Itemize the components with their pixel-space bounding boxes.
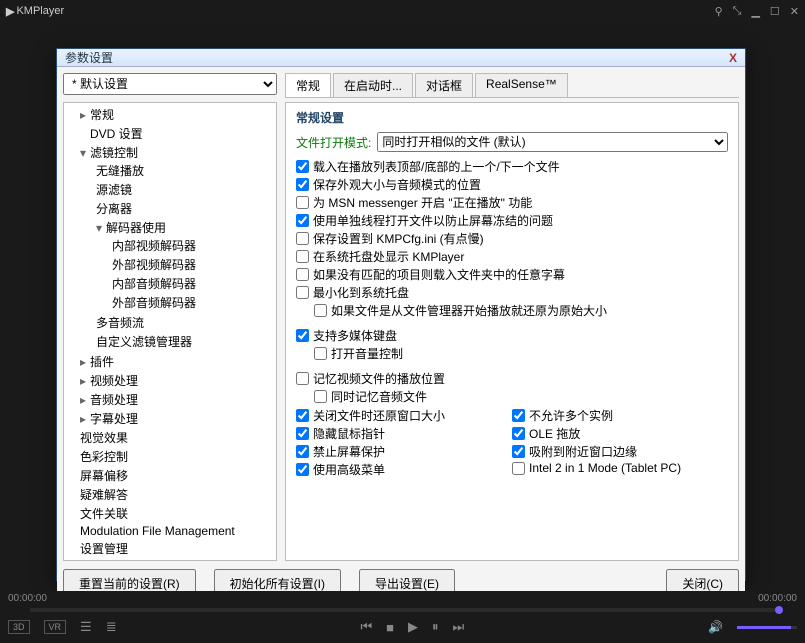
tree-item: 色彩控制: [78, 447, 276, 466]
playlist-icon[interactable]: ☰: [80, 619, 92, 635]
app-logo: ▶: [6, 5, 14, 18]
tab-startup[interactable]: 在启动时...: [333, 73, 413, 97]
preferences-dialog: 参数设置 X * 默认设置 常规 在启动时... 对话框 RealSense™ …: [56, 48, 746, 581]
settings-panel: 常规设置 文件打开模式: 同时打开相似的文件 (默认) 载入在播放列表顶部/底部…: [285, 102, 739, 561]
close-icon[interactable]: ✕: [790, 5, 799, 18]
dialog-close-icon[interactable]: X: [729, 51, 737, 65]
chk-restore-original[interactable]: [314, 304, 327, 317]
tree-item: Modulation File Management: [78, 523, 276, 539]
tree-item: ▸常规: [78, 105, 276, 124]
stop-icon[interactable]: ■: [386, 620, 394, 635]
chk-save-skin-size[interactable]: [296, 178, 309, 191]
chk-hide-cursor[interactable]: [296, 427, 309, 440]
category-tree[interactable]: ▸常规 DVD 设置 ▾滤镜控制 无缝播放 源滤镜 分离器 ▾解码器使用 内部视…: [63, 102, 277, 561]
chk-any-subtitle[interactable]: [296, 268, 309, 281]
panel-title: 常规设置: [296, 109, 728, 126]
open-mode-select[interactable]: 同时打开相似的文件 (默认): [377, 132, 728, 152]
chk-remember-pos[interactable]: [296, 372, 309, 385]
chk-intel-tablet[interactable]: [512, 462, 525, 475]
tree-item: 多音频流: [94, 313, 274, 332]
tree-item: ▸视频处理: [78, 371, 276, 390]
dialog-title: 参数设置: [65, 49, 113, 66]
chk-snap-edge[interactable]: [512, 445, 525, 458]
open-mode-label: 文件打开模式:: [296, 134, 371, 151]
dialog-titlebar[interactable]: 参数设置 X: [57, 49, 745, 67]
app-title: KMPlayer: [16, 5, 64, 17]
tree-item: DVD 设置: [78, 124, 276, 143]
tree-item: 视觉效果: [78, 428, 276, 447]
tree-item: 屏幕偏移: [78, 466, 276, 485]
tree-item: 内部音频解码器: [110, 274, 272, 293]
chk-adv-menu[interactable]: [296, 463, 309, 476]
chk-remember-audio[interactable]: [314, 390, 327, 403]
tree-item: 文件关联: [78, 504, 276, 523]
tree-item: ▸插件: [78, 352, 276, 371]
volume-slider[interactable]: [737, 626, 797, 629]
control-panel-icon[interactable]: ≣: [106, 619, 117, 635]
tree-item: ▸音频处理: [78, 390, 276, 409]
minimize-icon[interactable]: ▁: [751, 5, 759, 18]
pause-icon[interactable]: ⏸: [432, 619, 439, 635]
tree-item: 内部视频解码器: [110, 236, 272, 255]
tab-general[interactable]: 常规: [285, 73, 331, 97]
preset-select[interactable]: * 默认设置: [63, 73, 277, 95]
chk-msn[interactable]: [296, 196, 309, 209]
chk-single-instance[interactable]: [512, 409, 525, 422]
volume-icon[interactable]: 🔊: [708, 620, 723, 634]
tab-dialog[interactable]: 对话框: [415, 73, 473, 97]
button-3d[interactable]: 3D: [8, 620, 30, 634]
pin-icon[interactable]: ⚲: [715, 5, 723, 18]
chk-restore-close[interactable]: [296, 409, 309, 422]
tree-item: 疑难解答: [78, 485, 276, 504]
next-icon[interactable]: ⏭: [453, 619, 465, 635]
tree-item: ▾解码器使用 内部视频解码器 外部视频解码器 内部音频解码器 外部音频解码器: [94, 218, 274, 313]
tree-item: 自定义滤镜管理器: [94, 332, 274, 351]
chk-thread-open[interactable]: [296, 214, 309, 227]
tree-item: ▸字幕处理: [78, 409, 276, 428]
prev-icon[interactable]: ⏮: [360, 619, 372, 635]
tree-item: 无缝播放: [94, 161, 274, 180]
chk-no-screensaver[interactable]: [296, 445, 309, 458]
tree-item: 外部视频解码器: [110, 255, 272, 274]
button-vr[interactable]: VR: [44, 620, 67, 634]
chk-load-prev-next[interactable]: [296, 160, 309, 173]
time-elapsed: 00:00:00: [8, 593, 47, 604]
chk-save-ini[interactable]: [296, 232, 309, 245]
tree-item: 分离器: [94, 199, 274, 218]
player-titlebar: ▶ KMPlayer ⚲ ⤡ ▁ ☐ ✕: [0, 0, 805, 22]
tree-item: ▾滤镜控制 无缝播放 源滤镜 分离器 ▾解码器使用 内部视频解码器 外部视频解码…: [78, 143, 276, 352]
chk-open-volume[interactable]: [314, 347, 327, 360]
tree-item: 源滤镜: [94, 180, 274, 199]
chk-ole-drop[interactable]: [512, 427, 525, 440]
chk-tray-show[interactable]: [296, 250, 309, 263]
chk-min-to-tray[interactable]: [296, 286, 309, 299]
compact-icon[interactable]: ⤡: [733, 5, 742, 18]
tree-item: 设置管理: [78, 539, 276, 558]
chk-multimedia-kb[interactable]: [296, 329, 309, 342]
tree-item: 外部音频解码器: [110, 293, 272, 312]
maximize-icon[interactable]: ☐: [770, 5, 780, 18]
tabs: 常规 在启动时... 对话框 RealSense™: [285, 73, 739, 98]
player-bottom: 00:00:00 00:00:00 3D VR ☰ ≣ ⏮ ■ ▶ ⏸ ⏭ 🔊: [0, 591, 805, 643]
play-icon[interactable]: ▶: [408, 619, 418, 635]
seekbar[interactable]: [30, 608, 775, 612]
tab-realsense[interactable]: RealSense™: [475, 73, 568, 97]
time-total: 00:00:00: [758, 593, 797, 604]
